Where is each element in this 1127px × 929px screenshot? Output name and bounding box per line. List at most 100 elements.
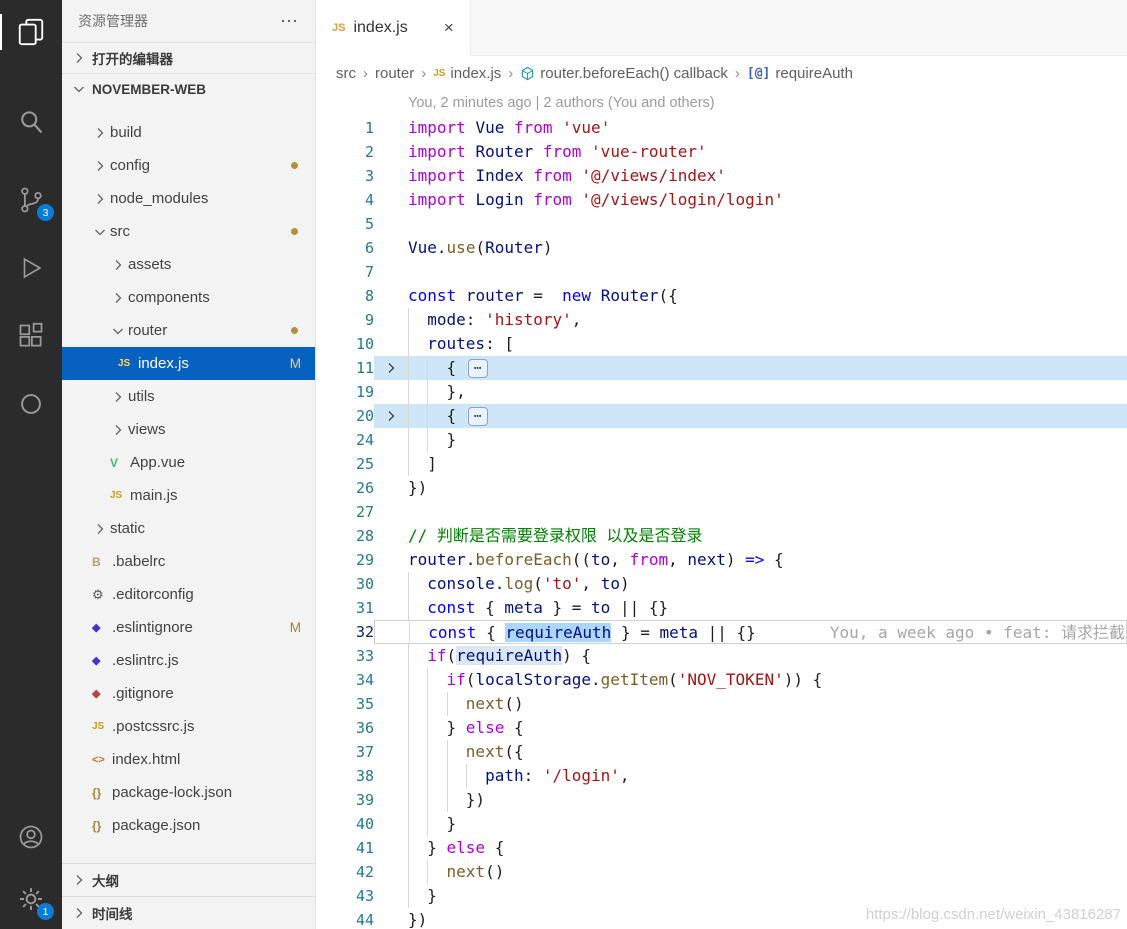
breadcrumb-item-4[interactable]: router.beforeEach() callback (520, 65, 728, 82)
line-number[interactable]: 28 (316, 524, 374, 548)
code-line[interactable]: 42 next() (316, 860, 1127, 884)
tree-item-static[interactable]: static (62, 512, 315, 545)
breadcrumb-item-5[interactable]: [@] requireAuth (747, 65, 853, 82)
run-debug-icon[interactable] (0, 242, 62, 294)
line-number[interactable]: 5 (316, 212, 374, 236)
tree-item-index.js[interactable]: JS index.js M (62, 347, 315, 380)
line-number[interactable]: 2 (316, 140, 374, 164)
workspace-root-section[interactable]: NOVEMBER-WEB (62, 73, 315, 104)
tree-item-.gitignore[interactable]: ◆ .gitignore (62, 677, 315, 710)
line-number[interactable]: 4 (316, 188, 374, 212)
tree-item-.babelrc[interactable]: B .babelrc (62, 545, 315, 578)
search-icon[interactable] (0, 96, 62, 148)
breadcrumb-item-3[interactable]: JS index.js (433, 65, 501, 82)
code-line[interactable]: 43 } (316, 884, 1127, 908)
close-icon[interactable]: × (444, 18, 454, 38)
settings-icon[interactable]: 1 (0, 873, 62, 925)
breadcrumb-item-1[interactable]: src (336, 65, 356, 82)
tree-item-build[interactable]: build (62, 116, 315, 149)
fold-collapsed-icon[interactable] (374, 404, 408, 428)
code-line[interactable]: 4 import Login from '@/views/login/login' (316, 188, 1127, 212)
code-line[interactable]: 2 import Router from 'vue-router' (316, 140, 1127, 164)
fold-collapsed-icon[interactable] (374, 356, 408, 380)
outline-section[interactable]: 大纲 (62, 863, 315, 896)
code-line[interactable]: 33 if(requireAuth) { (316, 644, 1127, 668)
code-line[interactable]: 36 } else { (316, 716, 1127, 740)
line-number[interactable]: 41 (316, 836, 374, 860)
line-number[interactable]: 26 (316, 476, 374, 500)
line-number[interactable]: 40 (316, 812, 374, 836)
tree-item-components[interactable]: components (62, 281, 315, 314)
line-number[interactable]: 44 (316, 908, 374, 929)
line-number[interactable]: 37 (316, 740, 374, 764)
line-number[interactable]: 29 (316, 548, 374, 572)
tree-item-assets[interactable]: assets (62, 248, 315, 281)
tree-item-index.html[interactable]: <> index.html (62, 743, 315, 776)
tree-item-config[interactable]: config (62, 149, 315, 182)
code-line[interactable]: 28 // 判断是否需要登录权限 以及是否登录 (316, 524, 1127, 548)
tab-index-js[interactable]: JS index.js × (316, 0, 471, 56)
line-number[interactable]: 34 (316, 668, 374, 692)
line-number[interactable]: 43 (316, 884, 374, 908)
folded-code-badge[interactable]: ⋯ (467, 359, 488, 378)
tree-item-package.json[interactable]: {} package.json (62, 809, 315, 842)
code-line[interactable]: 39 }) (316, 788, 1127, 812)
line-number[interactable]: 38 (316, 764, 374, 788)
code-line[interactable]: 3 import Index from '@/views/index' (316, 164, 1127, 188)
line-number[interactable]: 39 (316, 788, 374, 812)
line-number[interactable]: 10 (316, 332, 374, 356)
tree-item-.eslintrc.js[interactable]: ◆ .eslintrc.js (62, 644, 315, 677)
code-line[interactable]: 20 { ⋯ (316, 404, 1127, 428)
tree-item-utils[interactable]: utils (62, 380, 315, 413)
line-number[interactable]: 3 (316, 164, 374, 188)
line-number[interactable]: 24 (316, 428, 374, 452)
line-number[interactable]: 7 (316, 260, 374, 284)
code-line[interactable]: 38 path: '/login', (316, 764, 1127, 788)
line-number[interactable]: 6 (316, 236, 374, 260)
tree-item-.editorconfig[interactable]: ⚙ .editorconfig (62, 578, 315, 611)
code-line[interactable]: 9 mode: 'history', (316, 308, 1127, 332)
circle-icon[interactable] (0, 378, 62, 430)
code-line[interactable]: 25 ] (316, 452, 1127, 476)
breadcrumb-item-2[interactable]: router (375, 65, 414, 82)
extensions-icon[interactable] (0, 310, 62, 362)
tree-item-App.vue[interactable]: V App.vue (62, 446, 315, 479)
code-line[interactable]: 37 next({ (316, 740, 1127, 764)
code-line[interactable]: 11 { ⋯ (316, 356, 1127, 380)
code-line[interactable]: 5 (316, 212, 1127, 236)
line-number[interactable]: 27 (316, 500, 374, 524)
code-line[interactable]: 40 } (316, 812, 1127, 836)
tree-item-package-lock.json[interactable]: {} package-lock.json (62, 776, 315, 809)
line-number[interactable]: 19 (316, 380, 374, 404)
line-number[interactable]: 32 (316, 620, 374, 644)
more-actions-icon[interactable]: ⋯ (280, 11, 299, 32)
code-line[interactable]: 34 if(localStorage.getItem('NOV_TOKEN'))… (316, 668, 1127, 692)
code-line[interactable]: 6 Vue.use(Router) (316, 236, 1127, 260)
code-line[interactable]: 30 console.log('to', to) (316, 572, 1127, 596)
code-line[interactable]: 41 } else { (316, 836, 1127, 860)
code-line[interactable]: 24 } (316, 428, 1127, 452)
codelens-blame[interactable]: You, 2 minutes ago | 2 authors (You and … (316, 90, 1127, 116)
line-number[interactable]: 1 (316, 116, 374, 140)
line-number[interactable]: 36 (316, 716, 374, 740)
code-line[interactable]: 31 const { meta } = to || {} (316, 596, 1127, 620)
tree-item-router[interactable]: router (62, 314, 315, 347)
tree-item-node_modules[interactable]: node_modules (62, 182, 315, 215)
line-number[interactable]: 9 (316, 308, 374, 332)
line-number[interactable]: 11 (316, 356, 374, 380)
code-line[interactable]: 19 }, (316, 380, 1127, 404)
code-line[interactable]: 29 router.beforeEach((to, from, next) => … (316, 548, 1127, 572)
tree-item-views[interactable]: views (62, 413, 315, 446)
code-line[interactable]: 26}) (316, 476, 1127, 500)
code-line[interactable]: 7 (316, 260, 1127, 284)
line-number[interactable]: 8 (316, 284, 374, 308)
tree-item-.postcssrc.js[interactable]: JS .postcssrc.js (62, 710, 315, 743)
line-number[interactable]: 25 (316, 452, 374, 476)
code-line[interactable]: 44}) (316, 908, 1127, 929)
account-icon[interactable] (0, 811, 62, 863)
line-number[interactable]: 33 (316, 644, 374, 668)
line-number[interactable]: 20 (316, 404, 374, 428)
timeline-section[interactable]: 时间线 (62, 896, 315, 929)
explorer-icon[interactable] (0, 6, 62, 58)
tree-item-main.js[interactable]: JS main.js (62, 479, 315, 512)
